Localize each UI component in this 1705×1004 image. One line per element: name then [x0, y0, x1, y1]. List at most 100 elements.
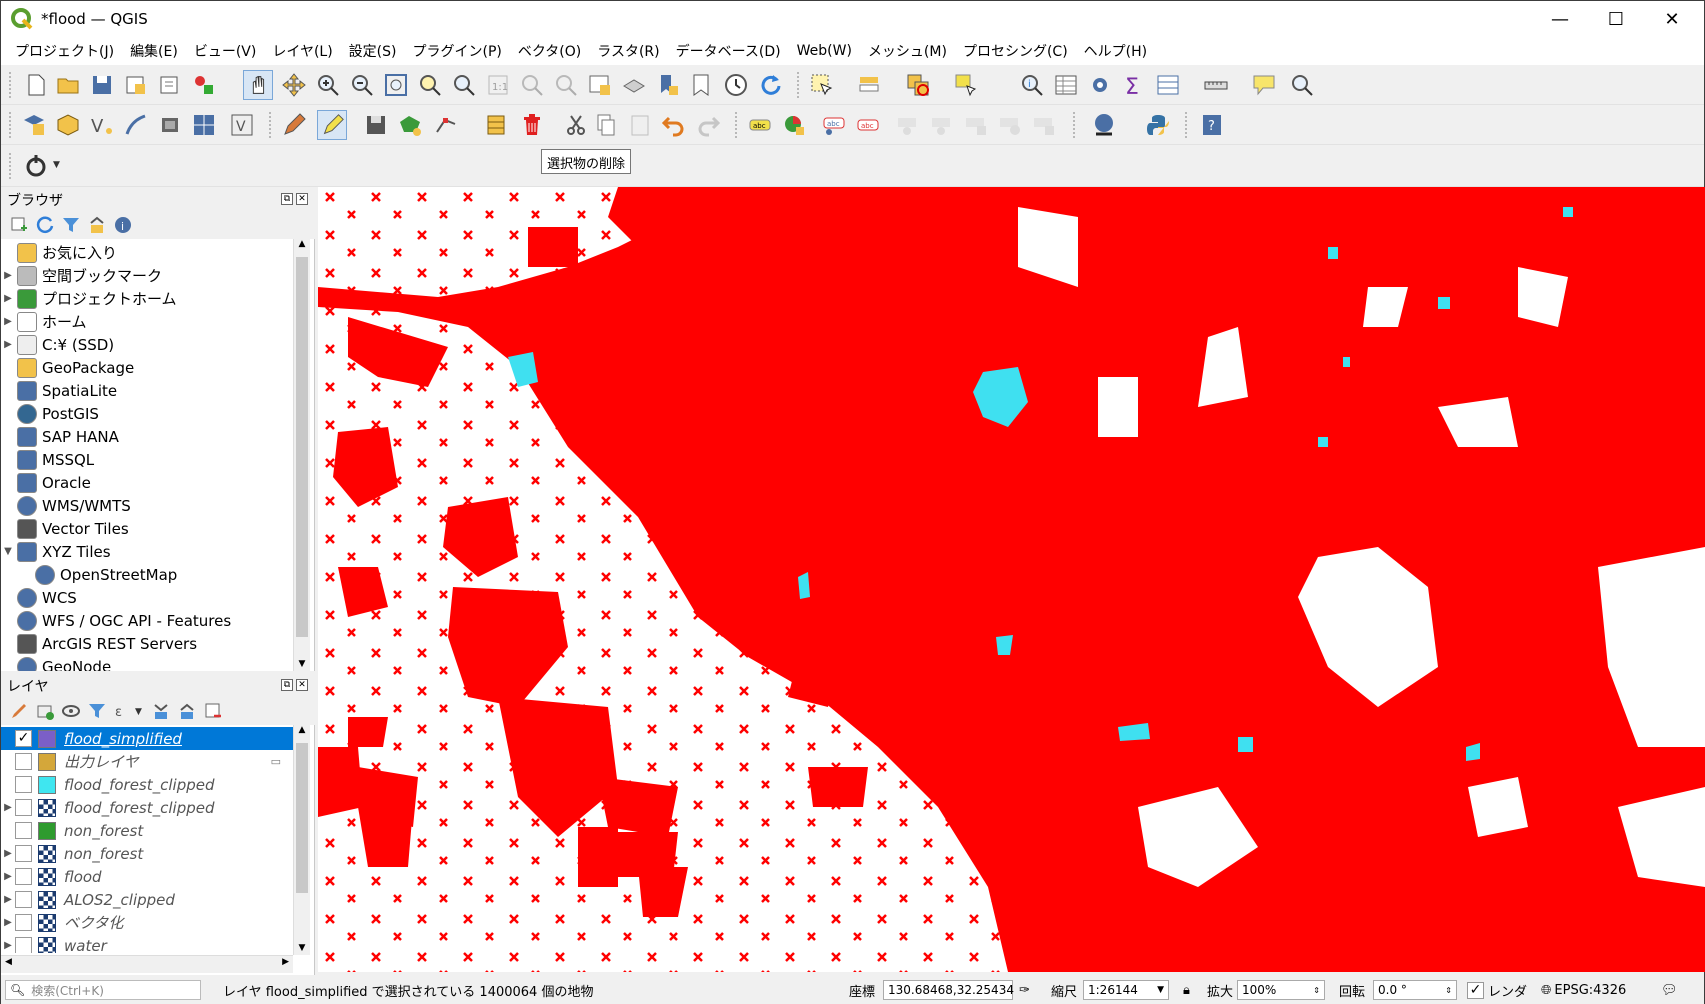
layer-item[interactable]: ▶ ベクタ化 [1, 911, 293, 934]
zoom-next-icon[interactable] [553, 72, 579, 98]
layout-manager-icon[interactable] [157, 72, 183, 98]
copy-features-icon[interactable] [593, 112, 619, 138]
messages-icon[interactable]: 💬︎ [1661, 980, 1678, 1000]
temporal-controller-icon[interactable] [723, 72, 749, 98]
remove-layer-icon[interactable] [203, 701, 223, 721]
measure-line-icon[interactable] [1203, 72, 1229, 98]
add-group-icon[interactable] [35, 701, 55, 721]
toolbar-grip[interactable] [9, 72, 12, 98]
close-panel-icon[interactable]: ✕ [296, 679, 308, 691]
style-manager-icon[interactable] [191, 72, 217, 98]
coordinate-field[interactable]: 130.68468,32.25434 [883, 980, 1014, 1000]
chevron-right-icon[interactable]: ▶ [1, 940, 15, 951]
browser-item[interactable]: SAP HANA [1, 425, 293, 448]
layer-visibility-checkbox[interactable] [15, 799, 32, 816]
manage-map-themes-icon[interactable] [61, 701, 81, 721]
deselect-features-icon[interactable] [905, 72, 931, 98]
scroll-up-icon[interactable]: ▲ [294, 725, 310, 735]
browser-item[interactable]: PostGIS [1, 402, 293, 425]
toolbar-grip[interactable] [735, 112, 738, 138]
layer-visibility-checkbox[interactable] [15, 937, 32, 953]
browser-item[interactable]: WMS/WMTS [1, 494, 293, 517]
chevron-right-icon[interactable]: ▶ [1, 871, 15, 882]
statistics-sigma-icon[interactable]: Σ [1121, 72, 1147, 98]
browser-item[interactable]: ▶ プロジェクトホーム [1, 287, 293, 310]
layer-item[interactable]: ▶ non_forest [1, 842, 293, 865]
browser-item[interactable]: OpenStreetMap [1, 563, 293, 586]
rotate-label-icon[interactable] [997, 112, 1023, 138]
show-hide-labels-icon[interactable] [929, 112, 955, 138]
browser-item[interactable]: MSSQL [1, 448, 293, 471]
layer-visibility-checkbox[interactable] [15, 776, 32, 793]
menu-item[interactable]: プロジェクト(J) [7, 41, 122, 61]
browser-item[interactable]: Vector Tiles [1, 517, 293, 540]
map-canvas[interactable] [318, 187, 1705, 972]
undo-icon[interactable] [661, 112, 687, 138]
chevron-down-icon[interactable]: ▼ [1157, 985, 1164, 995]
menu-item[interactable]: ビュー(V) [186, 41, 265, 61]
expand-all-icon[interactable] [151, 701, 171, 721]
paste-features-icon[interactable] [627, 112, 653, 138]
layer-visibility-checkbox[interactable] [15, 845, 32, 862]
info-icon[interactable]: i [113, 215, 133, 235]
scroll-thumb[interactable] [296, 743, 308, 893]
browser-item[interactable]: ▼ XYZ Tiles [1, 540, 293, 563]
chevron-down-icon[interactable]: ▼ [53, 160, 60, 170]
new-geopackage-layer-icon[interactable] [55, 112, 81, 138]
chevron-right-icon[interactable]: ▶ [1, 270, 15, 281]
toggle-label-display-icon[interactable]: abc [855, 112, 881, 138]
menu-item[interactable]: 設定(S) [341, 41, 405, 61]
layer-item[interactable]: ▶ flood [1, 865, 293, 888]
toggle-extents-icon[interactable]: ✑ [1019, 980, 1030, 1000]
data-source-manager-icon[interactable] [21, 112, 47, 138]
layer-visibility-checkbox[interactable]: ✓ [15, 730, 32, 747]
open-project-icon[interactable] [55, 72, 81, 98]
show-bookmarks-icon[interactable] [689, 72, 715, 98]
scroll-thumb[interactable] [296, 257, 308, 637]
browser-item[interactable]: GeoNode [1, 655, 293, 671]
layer-visibility-checkbox[interactable] [15, 753, 32, 770]
layers-hscrollbar[interactable]: ◀ ▶ [1, 955, 293, 973]
layer-item[interactable]: ✓ flood_simplified [1, 727, 293, 750]
toolbar-grip[interactable] [269, 112, 272, 138]
menu-item[interactable]: プラグイン(P) [404, 41, 509, 61]
python-console-icon[interactable] [1145, 112, 1171, 138]
current-edits-icon[interactable] [281, 112, 307, 138]
filter-legend-icon[interactable] [87, 701, 107, 721]
layer-visibility-checkbox[interactable] [15, 868, 32, 885]
scroll-up-icon[interactable]: ▲ [294, 239, 310, 249]
pin-label-icon[interactable] [895, 112, 921, 138]
browser-scrollbar[interactable]: ▲ ▼ [293, 239, 310, 671]
layer-labeling-options-icon[interactable]: abc [747, 112, 773, 138]
chevron-right-icon[interactable]: ▶ [1, 848, 15, 859]
menu-item[interactable]: データベース(D) [668, 41, 789, 61]
layer-item[interactable]: ▶ ALOS2_clipped [1, 888, 293, 911]
pan-to-selection-icon[interactable] [281, 72, 307, 98]
add-polygon-feature-icon[interactable] [397, 112, 423, 138]
add-selected-layers-icon[interactable] [9, 215, 29, 235]
collapse-all-icon[interactable] [177, 701, 197, 721]
locator-search-input[interactable]: 🔍︎ 検索(Ctrl+K) [5, 980, 201, 1000]
open-field-calculator-icon[interactable] [1155, 72, 1181, 98]
magnifier-spinbox[interactable]: 100% ⇕ [1237, 980, 1325, 1000]
collapse-all-icon[interactable] [87, 215, 107, 235]
minimize-button[interactable]: — [1532, 1, 1588, 37]
chevron-down-icon[interactable]: ▼ [1, 546, 15, 557]
layer-item[interactable]: 出力レイヤ ▭ [1, 750, 293, 773]
toolbar-grip[interactable] [9, 112, 12, 138]
quickmapservices-icon[interactable] [1091, 112, 1117, 138]
browser-item[interactable]: ▶ ホーム [1, 310, 293, 333]
pan-map-icon[interactable] [243, 70, 273, 100]
zoom-in-icon[interactable] [315, 72, 341, 98]
zoom-full-icon[interactable] [383, 72, 409, 98]
refresh-icon[interactable] [757, 72, 783, 98]
scale-combobox[interactable]: 1:26144 ▼ [1083, 980, 1169, 1000]
redo-icon[interactable] [695, 112, 721, 138]
scroll-down-icon[interactable]: ▼ [294, 943, 310, 953]
zoom-last-icon[interactable] [519, 72, 545, 98]
move-label-icon[interactable] [963, 112, 989, 138]
new-temporary-layer-icon[interactable]: V [229, 112, 255, 138]
chevron-right-icon[interactable]: ▶ [1, 339, 15, 350]
chevron-right-icon[interactable]: ▶ [1, 917, 15, 928]
filter-by-expression-icon[interactable]: ε [113, 701, 133, 721]
